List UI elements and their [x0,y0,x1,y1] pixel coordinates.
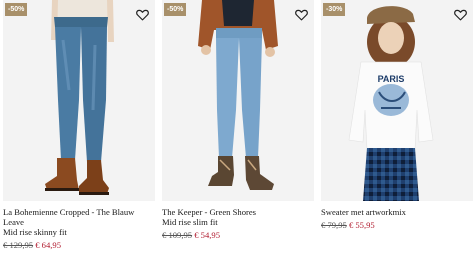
discount-badge: -50% [164,3,187,16]
product-photo-sweater: PARIS [321,0,473,201]
wishlist-heart-icon[interactable] [136,9,149,21]
product-fit: Mid rise skinny fit [3,227,67,237]
original-price: € 129,95 [3,240,34,250]
product-info: The Keeper - Green Shores Mid rise slim … [162,201,314,241]
product-card[interactable]: PARIS -30% Sweater met artworkmix € 79,9… [321,0,473,231]
sale-price: € 55,95 [348,220,375,230]
sweater-print-text: PARIS [378,74,405,84]
sale-price: € 64,95 [35,240,62,250]
product-price: € 109,95 € 54,95 [162,230,314,241]
product-image[interactable]: -50% [3,0,155,201]
product-name[interactable]: La Bohemienne Cropped - The Blauw Leave [3,207,155,227]
product-info: Sweater met artworkmix € 79,95 € 55,95 [321,201,473,231]
product-info: La Bohemienne Cropped - The Blauw Leave … [3,201,155,251]
product-card[interactable]: -50% La Bohemienne Cropped - The Blauw L… [3,0,155,251]
product-photo-jeans-slim [162,0,314,201]
product-card[interactable]: -50% The Keeper - Green Shores Mid rise … [162,0,314,241]
original-price: € 79,95 [321,220,347,230]
product-name[interactable]: Sweater met artworkmix [321,207,473,217]
product-price: € 129,95 € 64,95 [3,240,155,251]
product-name[interactable]: The Keeper - Green Shores [162,207,314,217]
product-grid: -50% La Bohemienne Cropped - The Blauw L… [0,0,475,258]
sale-price: € 54,95 [194,230,221,240]
product-image[interactable]: PARIS -30% [321,0,473,201]
original-price: € 109,95 [162,230,193,240]
discount-badge: -50% [5,3,28,16]
product-fit: Mid rise slim fit [162,217,218,227]
product-price: € 79,95 € 55,95 [321,220,473,231]
discount-badge: -30% [323,3,346,16]
product-photo-jeans-skinny [3,0,155,201]
wishlist-heart-icon[interactable] [295,9,308,21]
product-image[interactable]: -50% [162,0,314,201]
wishlist-heart-icon[interactable] [454,9,467,21]
